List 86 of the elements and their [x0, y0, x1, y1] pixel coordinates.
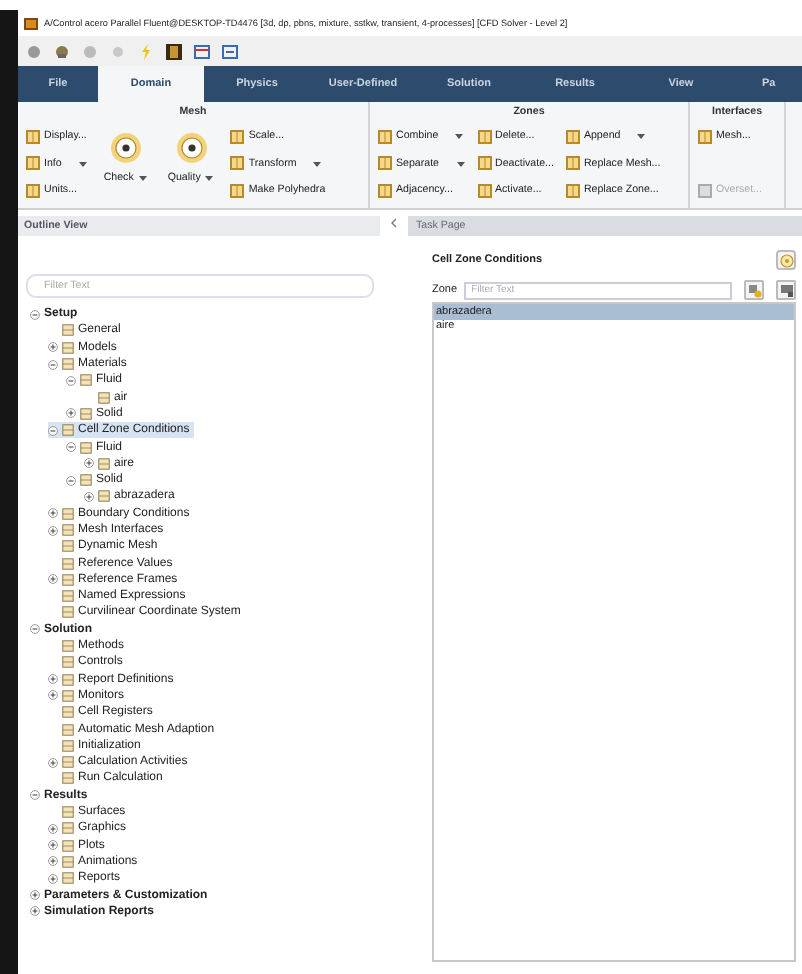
grid-icon	[62, 839, 74, 852]
grid-icon	[565, 156, 580, 170]
grid-icon	[62, 872, 74, 885]
expand-toggle[interactable]	[84, 458, 94, 469]
expand-toggle[interactable]	[30, 906, 40, 917]
grid-icon	[698, 183, 712, 197]
grid-icon	[80, 374, 92, 387]
app-icon	[24, 17, 38, 29]
grid-icon	[80, 474, 92, 487]
grid-icon	[378, 183, 392, 197]
grid-icon	[378, 156, 392, 170]
grid-icon	[62, 324, 74, 337]
grid-icon	[62, 424, 74, 437]
grid-icon	[62, 756, 74, 769]
grid-icon	[62, 358, 74, 371]
grid-icon	[62, 673, 74, 686]
grid-icon	[98, 391, 110, 404]
chevron-left-icon[interactable]	[390, 218, 398, 228]
expand-toggle[interactable]	[48, 856, 58, 867]
expand-toggle[interactable]	[48, 425, 58, 436]
grid-icon	[62, 640, 74, 653]
grid-icon	[62, 689, 74, 702]
expand-toggle[interactable]	[30, 890, 40, 901]
grid-icon	[62, 723, 74, 736]
grid-icon	[62, 656, 74, 669]
expand-toggle[interactable]	[48, 525, 58, 535]
expand-toggle[interactable]	[66, 408, 76, 419]
expand-toggle[interactable]	[30, 790, 40, 801]
grid-icon	[62, 855, 74, 868]
expand-toggle[interactable]	[48, 574, 58, 585]
grid-icon	[62, 540, 74, 553]
grid-icon	[98, 490, 110, 503]
expand-toggle[interactable]	[48, 508, 58, 519]
grid-icon	[477, 129, 491, 143]
expand-toggle[interactable]	[48, 873, 58, 884]
expand-toggle[interactable]	[48, 674, 58, 685]
grid-icon	[62, 590, 74, 603]
grid-icon	[230, 156, 245, 170]
list-icon	[779, 283, 793, 297]
expand-toggle[interactable]	[48, 359, 58, 370]
grid-icon	[26, 156, 40, 170]
grid-icon	[477, 156, 491, 170]
grid-icon	[698, 129, 712, 143]
circle-icon[interactable]	[26, 43, 42, 59]
window-icon[interactable]	[222, 43, 238, 59]
grid-icon	[62, 822, 74, 835]
help-icon	[779, 253, 793, 267]
grid-icon	[80, 441, 92, 454]
grid-icon	[230, 183, 245, 197]
image-icon[interactable]	[166, 43, 182, 59]
expand-toggle[interactable]	[66, 375, 76, 386]
expand-toggle[interactable]	[84, 491, 94, 502]
filter-icon	[747, 283, 761, 297]
grid-icon	[62, 341, 74, 354]
grid-icon	[230, 129, 245, 143]
dial-icon	[109, 132, 142, 164]
expand-toggle[interactable]	[66, 475, 76, 486]
grid-icon	[62, 806, 74, 819]
expand-toggle[interactable]	[48, 840, 58, 851]
grid-icon	[477, 183, 491, 197]
expand-toggle[interactable]	[48, 757, 58, 768]
grid-icon	[62, 706, 74, 719]
grid-icon	[62, 524, 74, 536]
filter-button[interactable]	[744, 280, 764, 300]
grid-icon	[62, 507, 74, 520]
expand-toggle[interactable]	[48, 342, 58, 353]
list-button[interactable]	[776, 280, 796, 300]
grid-icon	[26, 183, 40, 197]
grid-icon	[62, 573, 74, 586]
grid-icon	[80, 407, 92, 420]
expand-toggle[interactable]	[66, 442, 76, 453]
window-icon[interactable]	[194, 43, 210, 59]
expand-toggle[interactable]	[48, 690, 58, 701]
grid-icon	[62, 606, 74, 619]
grid-icon	[98, 457, 110, 470]
grid-icon	[62, 557, 74, 570]
grid-icon	[26, 129, 40, 143]
expand-toggle[interactable]	[30, 624, 40, 635]
expand-toggle[interactable]	[48, 823, 58, 834]
grid-icon	[62, 772, 74, 785]
grid-icon	[565, 129, 580, 143]
grid-icon	[62, 739, 74, 752]
grid-icon	[378, 129, 392, 143]
dial-icon	[175, 132, 208, 164]
expand-toggle[interactable]	[30, 309, 40, 320]
grid-icon	[565, 183, 580, 197]
